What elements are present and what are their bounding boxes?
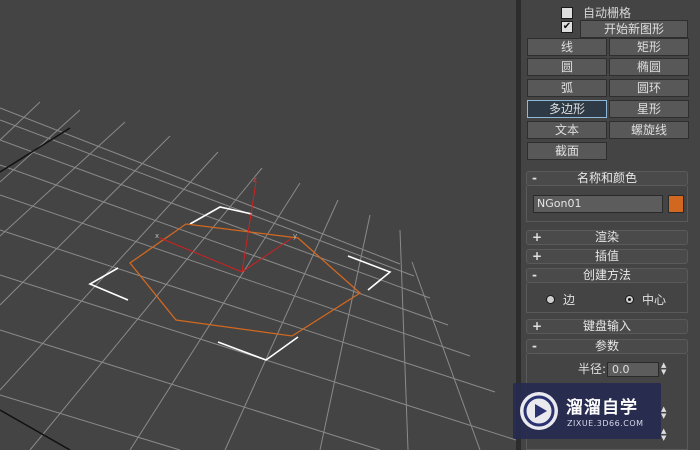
radius-label: 半径: (578, 362, 607, 376)
grid-line (0, 164, 449, 326)
grid-line (0, 135, 171, 306)
rollout-title: 参数 (594, 339, 619, 353)
section-button[interactable]: 截面 (527, 142, 607, 160)
bracket-corner (347, 255, 392, 291)
grid-line (29, 167, 263, 450)
grid-line (129, 182, 301, 450)
gizmo-x-axis (159, 237, 243, 273)
edge-radio[interactable] (546, 295, 555, 304)
start-new-shape-option[interactable]: ✔ (561, 21, 573, 33)
rollout-keyboard-entry[interactable]: + 键盘输入 (526, 319, 688, 334)
world-axis-line (0, 127, 71, 173)
world-axes (0, 127, 71, 450)
watermark-url: ZIXUE.3D66.COM (567, 419, 644, 428)
bracket-corner (88, 267, 129, 301)
rollout-title: 插值 (594, 249, 619, 263)
auto-grid-checkbox[interactable] (561, 6, 573, 19)
rollout-name-and-color[interactable]: - 名称和颜色 (526, 171, 688, 186)
radius-spinner-arrows[interactable]: ▲ ▼ (661, 362, 669, 377)
line-button[interactable]: 线 (527, 38, 607, 56)
rollout-title: 渲染 (594, 230, 619, 244)
viewport-canvas[interactable]: z x y (0, 0, 516, 450)
creation-method-edge-option[interactable]: 边 (546, 291, 575, 308)
rollout-title: 名称和颜色 (576, 171, 637, 185)
helix-button[interactable]: 螺旋线 (609, 121, 689, 139)
grid-line (0, 119, 415, 277)
rollout-interpolation[interactable]: + 插值 (526, 249, 688, 264)
grid-line (0, 394, 181, 450)
rectangle-button[interactable]: 矩形 (609, 38, 689, 56)
grid-line (399, 229, 409, 450)
center-label: 中心 (642, 293, 667, 307)
viewport-perspective[interactable]: z x y (0, 0, 516, 450)
grid-line (0, 229, 496, 393)
start-new-shape-button[interactable]: 开始新图形 (580, 20, 688, 38)
auto-grid-label: 自动栅格 (583, 6, 632, 20)
grid-line (0, 329, 381, 450)
radius-spinner-field[interactable]: 0.0 (607, 362, 659, 377)
sides-spinner-arrows[interactable]: ▲ ▼ (661, 406, 669, 421)
ngon-button[interactable]: 多边形 (527, 100, 607, 118)
rollout-title: 键盘输入 (582, 319, 631, 333)
logo-icon (520, 392, 558, 430)
rollout-rendering[interactable]: + 渲染 (526, 230, 688, 245)
start-new-shape-checkbox[interactable]: ✔ (561, 21, 573, 33)
watermark-badge: 溜溜自学 ZIXUE.3D66.COM (513, 383, 661, 439)
creation-method-center-option[interactable]: 中心 (625, 291, 666, 308)
gizmo-z-label: z (253, 176, 257, 184)
rollout-parameters[interactable]: - 参数 (526, 339, 688, 354)
rollout-title: 创建方法 (582, 268, 631, 282)
gizmo-x-label: x (155, 232, 159, 240)
corner-radius-spinner-arrows[interactable]: ▲ ▼ (661, 428, 669, 443)
play-logo-icon (523, 395, 555, 427)
donut-button[interactable]: 圆环 (609, 79, 689, 97)
center-radio[interactable] (625, 295, 634, 304)
auto-grid-option[interactable]: 自动栅格 (561, 4, 631, 21)
object-name-field[interactable]: NGon01 (533, 195, 663, 213)
arc-button[interactable]: 弧 (527, 79, 607, 97)
object-color-swatch[interactable] (668, 195, 684, 213)
ellipse-button[interactable]: 椭圆 (609, 58, 689, 76)
text-button[interactable]: 文本 (527, 121, 607, 139)
gizmo-z-axis (241, 181, 257, 273)
selection-brackets (88, 206, 392, 361)
grid-line (0, 194, 471, 357)
grid-line (0, 139, 431, 299)
grid-line (224, 199, 339, 450)
ngon-shape[interactable] (129, 223, 362, 337)
star-button[interactable]: 星形 (609, 100, 689, 118)
watermark-title: 溜溜自学 (566, 398, 638, 418)
edge-label: 边 (563, 293, 576, 307)
home-grid (0, 101, 516, 450)
circle-button[interactable]: 圆 (527, 58, 607, 76)
rollout-creation-method[interactable]: - 创建方法 (526, 268, 688, 283)
gizmo-y-label: y (293, 232, 297, 240)
